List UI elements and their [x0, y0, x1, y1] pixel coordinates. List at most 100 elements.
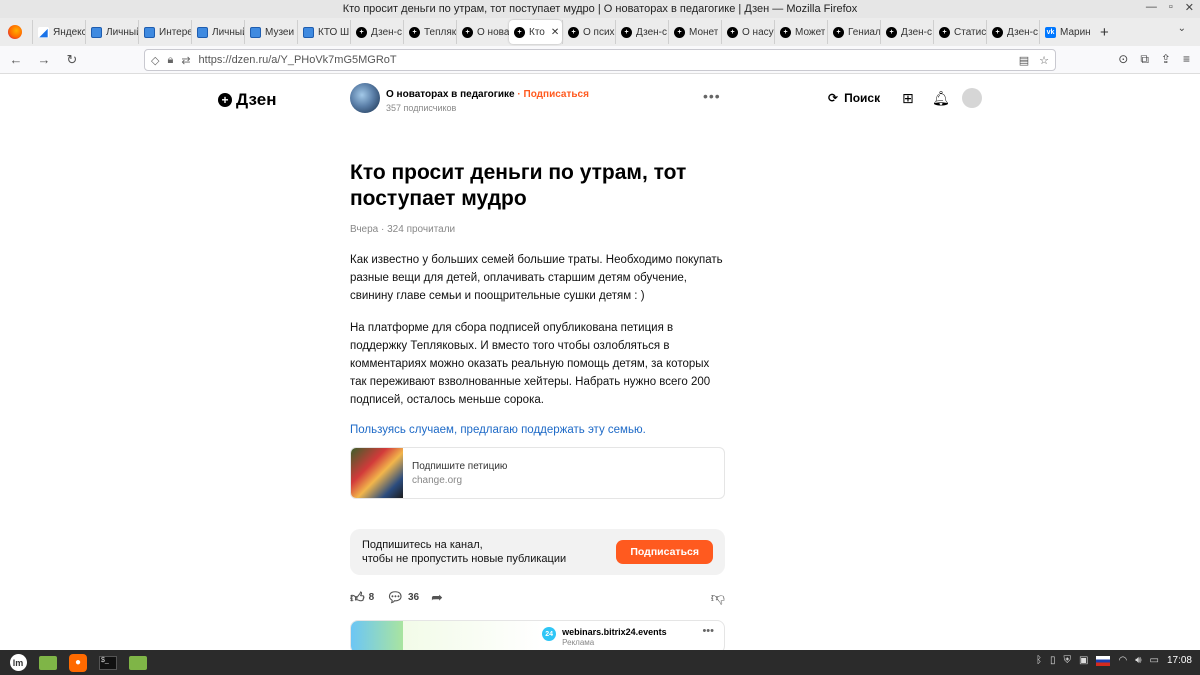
bluetooth-icon[interactable]: ᛒ — [1036, 655, 1042, 666]
share-icon[interactable]: ⇪ — [1161, 52, 1171, 67]
pocket-icon[interactable]: ⊙ — [1118, 52, 1128, 67]
channel-header: О новаторах в педагогике · Подписаться 3… — [350, 83, 589, 113]
site-favicon-icon — [250, 26, 261, 38]
keyboard-layout-flag-icon[interactable] — [1096, 655, 1111, 666]
tab[interactable]: КТО Ш — [297, 20, 350, 44]
minimize-button[interactable]: — — [1146, 1, 1157, 14]
tab[interactable]: + Статис — [933, 20, 986, 44]
dzen-favicon-icon: + — [409, 26, 420, 38]
tab[interactable]: + Гениал — [827, 20, 880, 44]
url-bar[interactable]: ◇ 🔒︎ ⇄ https://dzen.ru/a/Y_PHoVk7mG5MGRo… — [144, 49, 1056, 71]
petition-thumbnail — [351, 448, 403, 498]
comments-button[interactable]: 💬︎ 36 — [386, 589, 419, 606]
tab-active[interactable]: + Кто ✕ — [509, 20, 562, 44]
site-favicon-icon — [144, 26, 155, 38]
comment-bubble-icon: 💬︎ — [386, 589, 404, 605]
extensions-icon[interactable]: ⧉ — [1140, 52, 1149, 67]
notifications-bell-icon[interactable]: 🔔︎ — [932, 90, 950, 107]
channel-avatar[interactable] — [350, 83, 380, 113]
files-taskbar-button[interactable] — [126, 653, 150, 673]
tab[interactable]: Личный — [85, 20, 138, 44]
share-arrow-icon[interactable]: ➦ — [431, 589, 443, 606]
list-all-tabs-button[interactable]: ⌄ — [1178, 23, 1186, 34]
permissions-icon[interactable]: ⇄ — [181, 54, 190, 67]
reader-view-icon[interactable]: ▤ — [1019, 54, 1029, 67]
user-avatar[interactable] — [962, 88, 982, 108]
volume-icon[interactable]: 🔊︎ — [1135, 655, 1141, 666]
channel-subscribe-link[interactable]: · Подписаться — [515, 89, 589, 100]
article-meta: Вчера · 324 прочитали — [350, 224, 456, 235]
menu-icon[interactable]: ≡ — [1183, 52, 1190, 67]
thumbs-down-icon[interactable]: 👎︎ — [711, 589, 725, 606]
yandex-favicon-icon: ◢ — [38, 26, 49, 39]
update-shield-icon[interactable]: ⛨ — [1064, 655, 1072, 666]
firefox-view-icon[interactable] — [8, 25, 22, 39]
new-tab-button[interactable]: + — [1100, 24, 1109, 41]
create-post-icon[interactable]: ⊞ — [902, 90, 914, 107]
back-arrow-icon[interactable]: ← — [4, 52, 28, 67]
tab[interactable]: + Тепляк — [403, 20, 456, 44]
display-icon[interactable]: ▣ — [1079, 655, 1088, 666]
tab[interactable]: Личный — [191, 20, 244, 44]
dzen-favicon-icon: + — [462, 26, 473, 38]
dzen-favicon-icon: + — [833, 26, 844, 38]
forward-arrow-icon[interactable]: → — [32, 52, 56, 67]
clipboard-icon[interactable]: ▯ — [1050, 655, 1056, 666]
dzen-favicon-icon: + — [621, 26, 632, 38]
like-button[interactable]: 👍︎ 8 — [350, 589, 374, 606]
article-title: Кто просит деньги по утрам, тот поступае… — [350, 161, 687, 210]
url-text[interactable]: https://dzen.ru/a/Y_PHoVk7mG5MGRoT — [199, 54, 397, 66]
subscribe-prompt-line1: Подпишитесь на канал, — [362, 539, 483, 551]
system-tray: ᛒ ▯ ⛨ ▣ ◠ 🔊︎ ▭ 17:08 — [1036, 655, 1192, 666]
mint-menu-button[interactable]: lm — [6, 653, 30, 673]
link-card-url: change.org — [412, 475, 463, 486]
site-favicon-icon — [197, 26, 208, 38]
dzen-favicon-icon: + — [727, 26, 738, 38]
tab[interactable]: + О насу — [721, 20, 774, 44]
tab[interactable]: vk Марин — [1039, 20, 1092, 44]
tab[interactable]: + Может — [774, 20, 827, 44]
tab[interactable]: + О псих — [562, 20, 615, 44]
clock[interactable]: 17:08 — [1167, 655, 1192, 666]
close-tab-icon[interactable]: ✕ — [551, 27, 559, 38]
article-paragraph: Как известно у больших семей большие тра… — [350, 254, 723, 302]
ad-more-button[interactable]: ••• — [702, 625, 714, 637]
dzen-logo[interactable]: + Дзен — [218, 90, 276, 110]
search-button[interactable]: ⟳ Поиск — [828, 91, 880, 105]
reload-icon[interactable]: ↻ — [60, 52, 84, 68]
close-window-button[interactable]: ✕ — [1185, 1, 1194, 14]
battery-icon[interactable]: ▭ — [1150, 655, 1159, 666]
dzen-favicon-icon: + — [939, 26, 950, 38]
mint-logo-icon: lm — [9, 654, 27, 671]
window-title: Кто просит деньги по утрам, тот поступае… — [342, 3, 858, 15]
petition-link-card[interactable]: Подпишите петицию change.org — [350, 447, 725, 499]
maximize-button[interactable]: ▫ — [1169, 1, 1173, 14]
terminal-taskbar-button[interactable]: $_ — [96, 653, 120, 673]
channel-name[interactable]: О новаторах в педагогике — [386, 89, 515, 100]
tab[interactable]: + Дзен-с — [880, 20, 933, 44]
article: Кто просит деньги по утрам, тот поступае… — [350, 160, 725, 606]
shield-icon[interactable]: ◇ — [151, 54, 159, 67]
article-link[interactable]: Пользуясь случаем, предлагаю поддержать … — [350, 421, 725, 439]
tab[interactable]: + Дзен-с — [615, 20, 668, 44]
tab[interactable]: ◢ Яндекс — [32, 20, 85, 44]
site-favicon-icon — [91, 26, 102, 38]
ad-card[interactable]: 24 webinars.bitrix24.events Реклама ••• — [350, 620, 725, 650]
tab[interactable]: Интерес — [138, 20, 191, 44]
lock-icon[interactable]: 🔒︎ — [167, 54, 173, 67]
tab[interactable]: Музеи — [244, 20, 297, 44]
bookmark-star-icon[interactable]: ☆ — [1039, 54, 1049, 67]
firefox-taskbar-button[interactable]: ● — [66, 653, 90, 673]
search-icon: ⟳ — [828, 91, 839, 105]
wifi-icon[interactable]: ◠ — [1118, 655, 1127, 666]
subscribe-button[interactable]: Подписаться — [616, 540, 713, 564]
tab[interactable]: + Дзен-с — [986, 20, 1039, 44]
show-desktop-button[interactable] — [36, 653, 60, 673]
tab[interactable]: + Монет — [668, 20, 721, 44]
ad-name[interactable]: webinars.bitrix24.events — [562, 627, 667, 637]
folder-icon — [129, 655, 147, 670]
dzen-favicon-icon: + — [568, 26, 579, 38]
tab[interactable]: + О нова — [456, 20, 509, 44]
channel-more-button[interactable]: ••• — [703, 88, 721, 104]
tab[interactable]: + Дзен-с — [350, 20, 403, 44]
